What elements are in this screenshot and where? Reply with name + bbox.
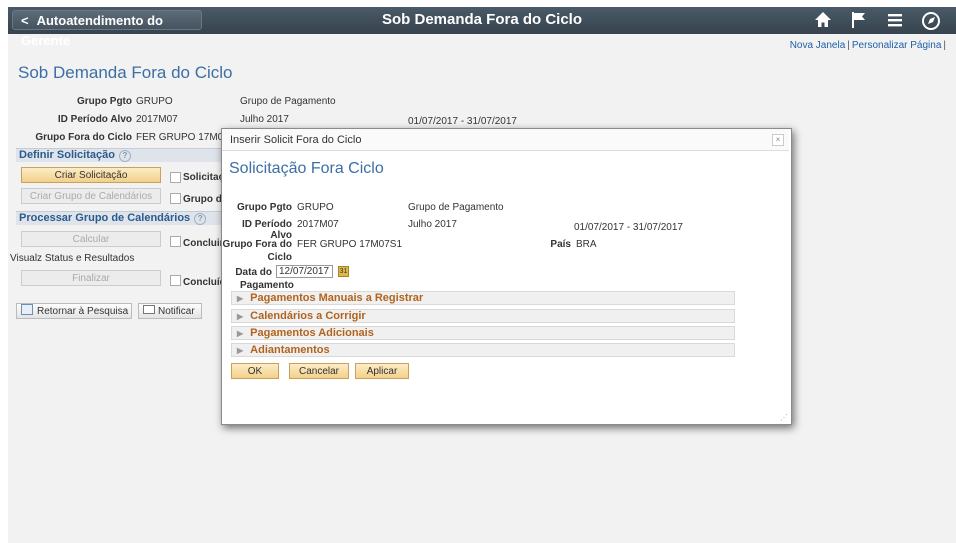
grupo-pgto-value: GRUPO bbox=[136, 96, 173, 107]
modal-header: Inserir Solicit Fora do Ciclo bbox=[222, 129, 789, 151]
concluir-label: Concluir bbox=[183, 238, 224, 249]
menu-icon[interactable] bbox=[886, 10, 904, 34]
concluir-checkbox[interactable] bbox=[170, 236, 181, 247]
modal-fora-label: Grupo Fora do Ciclo bbox=[222, 239, 292, 263]
chevron-left-icon: < bbox=[21, 13, 29, 28]
solicitacao-checkbox-label: Solicitaç bbox=[183, 172, 225, 183]
concluido-checkbox[interactable] bbox=[170, 275, 181, 286]
home-icon[interactable] bbox=[813, 10, 833, 34]
page-title: Sob Demanda Fora do Ciclo bbox=[18, 63, 233, 82]
back-label: Autoatendimento do Gerente bbox=[21, 13, 163, 48]
modal-fora-value: FER GRUPO 17M07S1 bbox=[297, 239, 403, 250]
apply-button[interactable]: Aplicar bbox=[355, 363, 409, 379]
close-icon[interactable]: × bbox=[772, 134, 784, 146]
finalizar-button[interactable]: Finalizar bbox=[21, 270, 161, 286]
expand-icon: ▶ bbox=[237, 329, 244, 338]
insert-request-modal: Inserir Solicit Fora do Ciclo × Solicita… bbox=[221, 128, 792, 425]
ok-button[interactable]: OK bbox=[231, 363, 279, 379]
modal-fora-label-line1: Grupo Fora do bbox=[222, 239, 292, 250]
grupo-pgto-desc: Grupo de Pagamento bbox=[240, 96, 336, 107]
notificar-button[interactable]: Notificar bbox=[138, 303, 202, 319]
mail-icon bbox=[143, 305, 155, 314]
link-separator-trailing: | bbox=[943, 40, 946, 51]
return-search-icon bbox=[21, 304, 33, 315]
new-window-link[interactable]: Nova Janela bbox=[790, 40, 846, 51]
back-button[interactable]: < Autoatendimento do Gerente bbox=[12, 10, 202, 48]
group-calendarios-corrigir[interactable]: ▶ Calendários a Corrigir bbox=[231, 309, 735, 323]
expand-icon: ▶ bbox=[237, 294, 244, 303]
modal-title: Solicitação Fora Ciclo bbox=[229, 160, 384, 177]
flag-icon[interactable] bbox=[850, 10, 868, 34]
modal-periodo-label: ID Período Alvo bbox=[241, 219, 292, 241]
retornar-label: Retornar à Pesquisa bbox=[37, 306, 129, 317]
help-icon[interactable]: ? bbox=[118, 150, 131, 162]
modal-data-label-line1: Data do bbox=[235, 267, 272, 278]
definir-section-title: Definir Solicitação bbox=[19, 149, 115, 161]
modal-data-label: Data do bbox=[222, 267, 272, 278]
expand-icon: ▶ bbox=[237, 346, 244, 355]
group-pagamentos-manuais[interactable]: ▶ Pagamentos Manuais a Registrar bbox=[231, 291, 735, 305]
group-pagamentos-manuais-label: Pagamentos Manuais a Registrar bbox=[250, 292, 424, 304]
modal-pais-label: País bbox=[550, 239, 571, 250]
fora-ciclo-value: FER GRUPO 17M07 bbox=[136, 132, 229, 143]
modal-grupo-pgto-label: Grupo Pgto bbox=[237, 202, 292, 213]
modal-grupo-pgto-desc: Grupo de Pagamento bbox=[408, 202, 504, 213]
modal-periodo-value: 2017M07 bbox=[297, 219, 339, 230]
concluido-label: Concluíd bbox=[183, 277, 226, 288]
calcular-button[interactable]: Calcular bbox=[21, 231, 161, 247]
app-frame: < Autoatendimento do Gerente Sob Demanda … bbox=[8, 7, 956, 543]
modal-pais-value: BRA bbox=[576, 239, 597, 250]
link-separator: | bbox=[847, 40, 850, 51]
resize-handle-icon[interactable]: ⋰ bbox=[780, 413, 788, 422]
group-pagamentos-adicionais[interactable]: ▶ Pagamentos Adicionais bbox=[231, 326, 735, 340]
top-bar: < Autoatendimento do Gerente Sob Demanda … bbox=[8, 7, 956, 48]
retornar-pesquisa-button[interactable]: Retornar à Pesquisa bbox=[16, 303, 132, 319]
criar-solicitacao-button[interactable]: Criar Solicitação bbox=[21, 167, 161, 183]
cancel-button[interactable]: Cancelar bbox=[289, 363, 349, 379]
modal-fora-label-line2: Ciclo bbox=[267, 252, 292, 263]
modal-periodo-dates: 01/07/2017 - 31/07/2017 bbox=[574, 222, 683, 233]
modal-data-label-line2: Pagamento bbox=[240, 280, 294, 291]
modal-periodo-desc: Julho 2017 bbox=[408, 219, 457, 230]
group-adiantamentos-label: Adiantamentos bbox=[250, 344, 330, 356]
grupo-pgto-label: Grupo Pgto bbox=[77, 96, 132, 107]
group-calendarios-corrigir-label: Calendários a Corrigir bbox=[250, 310, 366, 322]
criar-grupo-button[interactable]: Criar Grupo de Calendários bbox=[21, 188, 161, 204]
navbar-icon[interactable] bbox=[920, 10, 942, 36]
modal-grupo-pgto-value: GRUPO bbox=[297, 202, 334, 213]
page-links: Nova Janela | Personalizar Página | bbox=[790, 40, 948, 51]
visualz-status-link[interactable]: Visualz Status e Resultados bbox=[10, 253, 134, 264]
periodo-dates: 01/07/2017 - 31/07/2017 bbox=[408, 116, 517, 127]
group-pagamentos-adicionais-label: Pagamentos Adicionais bbox=[250, 327, 374, 339]
notificar-label: Notificar bbox=[158, 306, 195, 317]
periodo-desc: Julho 2017 bbox=[240, 114, 289, 125]
definir-section-header[interactable]: Definir Solicitação? bbox=[16, 148, 228, 162]
periodo-label: ID Período Alvo bbox=[57, 114, 132, 125]
fora-ciclo-label: Grupo Fora do Ciclo bbox=[35, 132, 132, 143]
personalize-page-link[interactable]: Personalizar Página bbox=[852, 40, 942, 51]
group-adiantamentos[interactable]: ▶ Adiantamentos bbox=[231, 343, 735, 357]
processar-section-header[interactable]: Processar Grupo de Calendários? bbox=[16, 211, 228, 225]
periodo-value: 2017M07 bbox=[136, 114, 178, 125]
calendar-icon[interactable]: 31 bbox=[338, 266, 349, 277]
solicitacao-checkbox[interactable] bbox=[170, 172, 181, 183]
help-icon[interactable]: ? bbox=[194, 213, 207, 225]
data-pagamento-input[interactable]: 12/07/2017 bbox=[276, 265, 333, 278]
grupo-checkbox[interactable] bbox=[170, 193, 181, 204]
processar-section-title: Processar Grupo de Calendários bbox=[19, 212, 191, 224]
expand-icon: ▶ bbox=[237, 312, 244, 321]
